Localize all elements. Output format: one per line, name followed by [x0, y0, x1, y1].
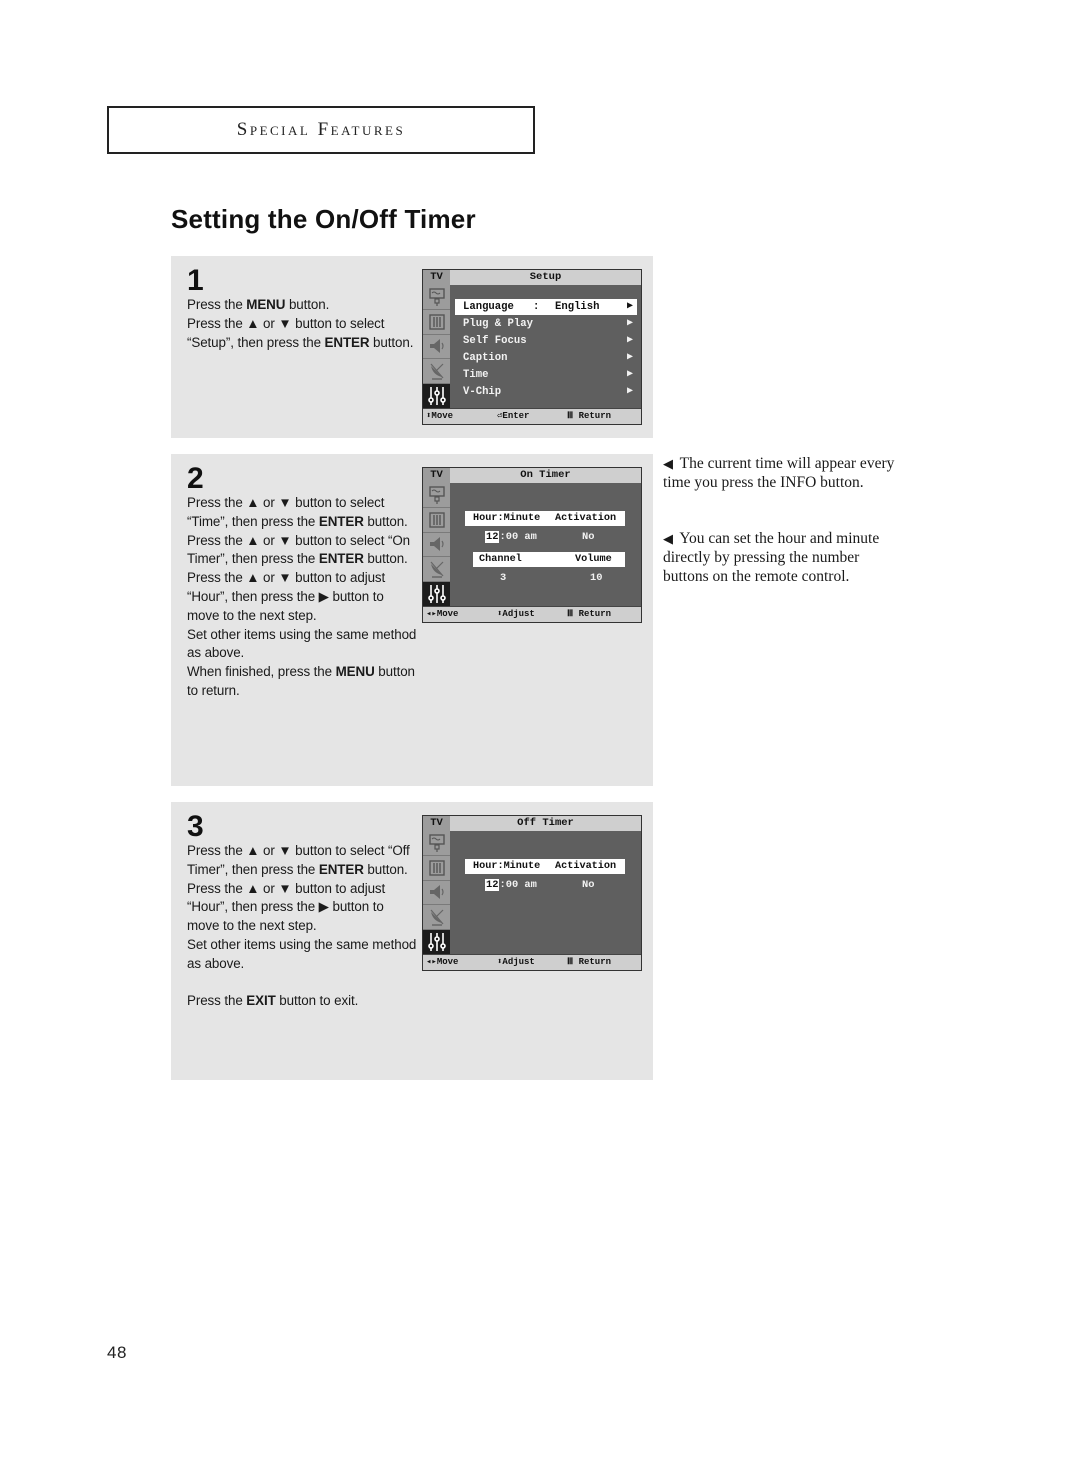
speaker-icon: [423, 880, 450, 906]
satellite-dish-icon: [423, 905, 450, 931]
menu-item-label: Self Focus: [463, 335, 527, 347]
picture-icon: [423, 831, 450, 856]
menu-item-value: English: [555, 301, 600, 313]
step-number: 2: [187, 462, 204, 495]
osd-tv-label: TV: [423, 270, 450, 285]
col-hour-minute: Hour:Minute: [473, 513, 541, 524]
tv-osd-on-timer: TV On Timer Hour:Minute Activation 12:00…: [422, 467, 642, 623]
page-title: Setting the On/Off Timer: [171, 204, 476, 234]
osd-hint-enter: ⏎Enter: [497, 411, 530, 421]
timer-header-row: Hour:Minute Activation: [465, 511, 625, 526]
osd-hint-adjust: ⬍Adjust: [497, 957, 535, 967]
col-activation: Activation: [555, 513, 617, 524]
satellite-dish-icon: [423, 557, 450, 583]
arrow-right-icon: ▶: [626, 352, 633, 363]
menu-item-self-focus[interactable]: Self Focus ▶: [455, 333, 637, 349]
arrow-right-icon: ▶: [626, 301, 633, 312]
osd-hint-move: ⬍Move: [426, 411, 454, 421]
osd-tv-label: TV: [423, 468, 450, 483]
setup-sliders-icon: [423, 384, 450, 408]
speaker-icon: [423, 334, 450, 360]
speaker-icon: [423, 532, 450, 558]
activation-value[interactable]: No: [582, 530, 594, 545]
side-note-text: You can set the hour and minute directly…: [663, 530, 880, 585]
menu-item-label: V-Chip: [463, 386, 502, 398]
step-instructions: Press the ▲ or ▼ button to select “Off T…: [187, 843, 417, 1009]
osd-footer: ◂▸Move ⬍Adjust Ⅲ Return: [423, 606, 641, 622]
menu-item-label: Time: [463, 369, 489, 381]
osd-title: Off Timer: [450, 816, 641, 831]
channel-volume-header-row: Channel Volume: [473, 552, 625, 567]
osd-hint-move: ◂▸Move: [426, 957, 459, 967]
setup-sliders-icon: [423, 582, 450, 606]
timer-header-row: Hour:Minute Activation: [465, 859, 625, 874]
osd-title: Setup: [450, 270, 641, 285]
section-header: Special Features: [107, 106, 535, 154]
osd-tv-label: TV: [423, 816, 450, 831]
menu-item-label: Language: [463, 301, 514, 313]
menu-item-separator: :: [533, 301, 540, 313]
sound-bars-icon: [423, 507, 450, 533]
minute-ampm: :00 am: [499, 879, 537, 891]
osd-hint-adjust: ⬍Adjust: [497, 609, 535, 619]
volume-value[interactable]: 10: [590, 571, 602, 586]
osd-menu: Language : English ▶ Plug & Play ▶ Self …: [450, 285, 641, 408]
arrow-right-icon: ▶: [626, 335, 633, 346]
picture-icon: [423, 483, 450, 508]
arrow-right-icon: ▶: [626, 369, 633, 380]
menu-item-plug-play[interactable]: Plug & Play ▶: [455, 316, 637, 332]
tv-osd-setup: TV Setup Language : English ▶ Plug & Pla…: [422, 269, 642, 425]
hour-field[interactable]: 12: [485, 879, 500, 891]
arrow-right-icon: ▶: [626, 386, 633, 397]
step-number: 1: [187, 264, 204, 297]
page-number: 48: [107, 1343, 127, 1362]
osd-hint-return: Ⅲ Return: [567, 411, 612, 421]
osd-side-icons: [423, 483, 450, 606]
menu-item-caption[interactable]: Caption ▶: [455, 350, 637, 366]
arrow-right-icon: ▶: [626, 318, 633, 329]
sound-bars-icon: [423, 309, 450, 335]
osd-hint-return: Ⅲ Return: [567, 609, 612, 619]
step-number: 3: [187, 810, 204, 843]
col-hour-minute: Hour:Minute: [473, 861, 541, 872]
minute-ampm: :00 am: [499, 531, 537, 543]
menu-item-time[interactable]: Time ▶: [455, 367, 637, 383]
step-1-card: 1 Press the MENU button. Press the ▲ or ▼…: [171, 256, 653, 438]
step-2-card: 2 Press the ▲ or ▼ button to select “Tim…: [171, 454, 653, 786]
step-instructions: Press the ▲ or ▼ button to select “Time”…: [187, 495, 417, 698]
osd-footer: ◂▸Move ⬍Adjust Ⅲ Return: [423, 954, 641, 970]
menu-item-v-chip[interactable]: V-Chip ▶: [455, 384, 637, 400]
channel-value[interactable]: 3: [500, 571, 506, 586]
osd-hint-return: Ⅲ Return: [567, 957, 612, 967]
triangle-left-icon: ◀: [663, 531, 673, 546]
menu-item-language[interactable]: Language : English ▶: [455, 299, 637, 315]
osd-hint-move: ◂▸Move: [426, 609, 459, 619]
step-3-card: 3 Press the ▲ or ▼ button to select “Off…: [171, 802, 653, 1080]
col-volume: Volume: [575, 554, 612, 565]
picture-icon: [423, 285, 450, 310]
tv-osd-off-timer: TV Off Timer Hour:Minute Activation 12:0…: [422, 815, 642, 971]
setup-sliders-icon: [423, 930, 450, 954]
side-note-text: The current time will appear every time …: [663, 455, 895, 491]
hour-field[interactable]: 12: [485, 531, 500, 543]
osd-title: On Timer: [450, 468, 641, 483]
osd-side-icons: [423, 831, 450, 954]
triangle-left-icon: ◀: [663, 456, 673, 471]
osd-timer-body: Hour:Minute Activation 12:00 am No: [450, 831, 641, 954]
step-instructions: Press the MENU button. Press the ▲ or ▼ b…: [187, 297, 414, 350]
side-note: ◀ You can set the hour and minute direct…: [663, 529, 903, 586]
osd-side-icons: [423, 285, 450, 408]
osd-footer: ⬍Move ⏎Enter Ⅲ Return: [423, 408, 641, 424]
timer-time-value[interactable]: 12:00 am: [485, 530, 537, 545]
satellite-dish-icon: [423, 359, 450, 385]
sound-bars-icon: [423, 855, 450, 881]
side-note: ◀ The current time will appear every tim…: [663, 454, 903, 492]
col-channel: Channel: [479, 554, 522, 565]
menu-item-label: Plug & Play: [463, 318, 533, 330]
osd-timer-body: Hour:Minute Activation 12:00 am No Chann…: [450, 483, 641, 606]
col-activation: Activation: [555, 861, 617, 872]
timer-time-value[interactable]: 12:00 am: [485, 878, 537, 893]
menu-item-label: Caption: [463, 352, 508, 364]
activation-value[interactable]: No: [582, 878, 594, 893]
